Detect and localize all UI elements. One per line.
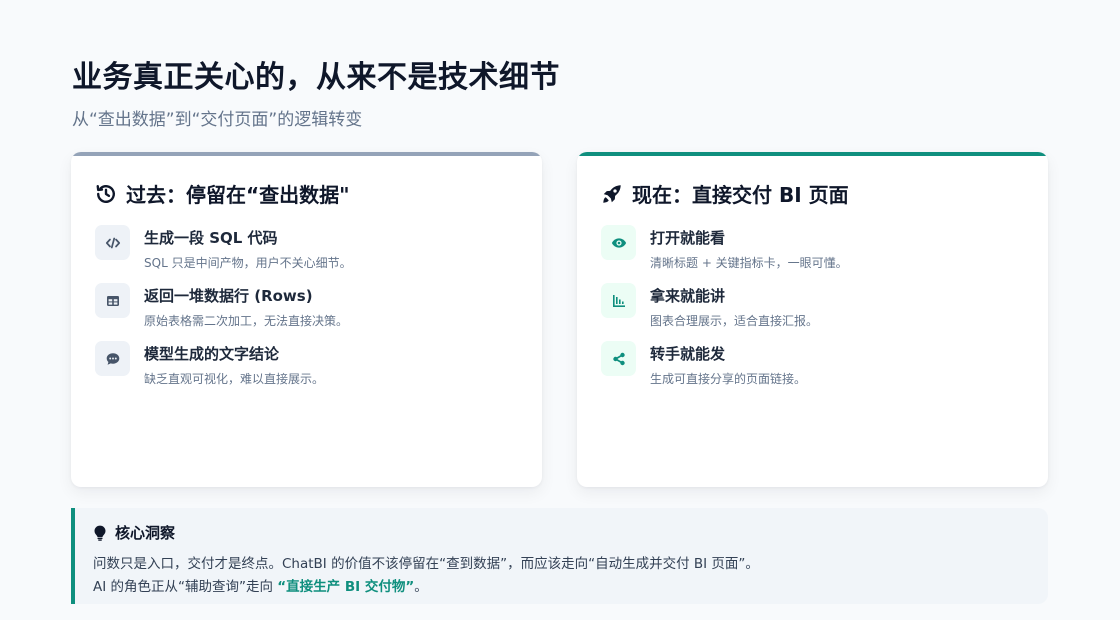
item-title: 返回一堆数据行 (Rows)	[144, 287, 313, 305]
item-title: 打开就能看	[650, 229, 726, 247]
item-desc: 缺乏直观可视化，难以直接展示。	[144, 372, 325, 386]
insight-line-2-prefix: AI 的角色正从“辅助查询”走向	[93, 579, 278, 595]
item-title: 模型生成的文字结论	[144, 345, 280, 363]
past-item-list: 生成一段 SQL 代码 SQL 只是中间产物，用户不关心细节。 返回一堆数据行 …	[95, 225, 522, 399]
page-subtitle: 从“查出数据”到“交付页面”的逻辑转变	[72, 110, 363, 130]
past-item-rows: 返回一堆数据行 (Rows) 原始表格需二次加工，无法直接决策。	[95, 283, 522, 341]
item-title: 转手就能发	[650, 345, 726, 363]
insight-title: 核心洞察	[115, 524, 176, 542]
insight-line-2: AI 的角色正从“辅助查询”走向 “直接生产 BI 交付物”。	[93, 575, 428, 595]
item-title: 生成一段 SQL 代码	[144, 229, 278, 247]
item-desc: 原始表格需二次加工，无法直接决策。	[144, 314, 349, 328]
past-item-sql: 生成一段 SQL 代码 SQL 只是中间产物，用户不关心细节。	[95, 225, 522, 283]
share-icon	[601, 341, 636, 376]
item-desc: 图表合理展示，适合直接汇报。	[650, 314, 819, 328]
past-item-text: 模型生成的文字结论 缺乏直观可视化，难以直接展示。	[95, 341, 522, 399]
table-icon	[95, 283, 130, 318]
now-item-view: 打开就能看 清晰标题 + 关键指标卡，一眼可懂。	[601, 225, 1028, 283]
rocket-icon	[601, 183, 623, 205]
bar-chart-icon	[601, 283, 636, 318]
insight-header: 核心洞察	[93, 522, 175, 543]
page-title: 业务真正关心的，从来不是技术细节	[72, 60, 560, 95]
insight-line-1: 问数只是入口，交付才是终点。ChatBI 的价值不该停留在“查到数据”，而应该走…	[93, 556, 759, 572]
now-item-share: 转手就能发 生成可直接分享的页面链接。	[601, 341, 1028, 399]
history-icon	[95, 183, 117, 205]
item-desc: 生成可直接分享的页面链接。	[650, 372, 807, 386]
item-title: 拿来就能讲	[650, 287, 726, 305]
now-card: 现在：直接交付 BI 页面 打开就能看 清晰标题 + 关键指标卡，一眼可懂。 拿…	[577, 152, 1048, 487]
item-desc: SQL 只是中间产物，用户不关心细节。	[144, 256, 352, 270]
eye-icon	[601, 225, 636, 260]
past-card: 过去：停留在“查出数据" 生成一段 SQL 代码 SQL 只是中间产物，用户不关…	[71, 152, 542, 487]
now-card-title: 现在：直接交付 BI 页面	[632, 183, 849, 207]
now-item-list: 打开就能看 清晰标题 + 关键指标卡，一眼可懂。 拿来就能讲 图表合理展示，适合…	[601, 225, 1028, 399]
comment-icon	[95, 341, 130, 376]
insight-line-2-suffix: 。	[414, 579, 428, 595]
insight-box: 核心洞察 问数只是入口，交付才是终点。ChatBI 的价值不该停留在“查到数据”…	[71, 508, 1048, 604]
lightbulb-icon	[93, 525, 107, 541]
insight-highlight: “直接生产 BI 交付物”	[277, 579, 415, 595]
now-item-present: 拿来就能讲 图表合理展示，适合直接汇报。	[601, 283, 1028, 341]
past-card-header: 过去：停留在“查出数据"	[95, 179, 350, 208]
past-card-title: 过去：停留在“查出数据"	[126, 183, 350, 207]
slide: 业务真正关心的，从来不是技术细节 从“查出数据”到“交付页面”的逻辑转变 过去：…	[0, 0, 1120, 620]
now-card-header: 现在：直接交付 BI 页面	[601, 179, 849, 208]
code-icon	[95, 225, 130, 260]
item-desc: 清晰标题 + 关键指标卡，一眼可懂。	[650, 256, 848, 270]
